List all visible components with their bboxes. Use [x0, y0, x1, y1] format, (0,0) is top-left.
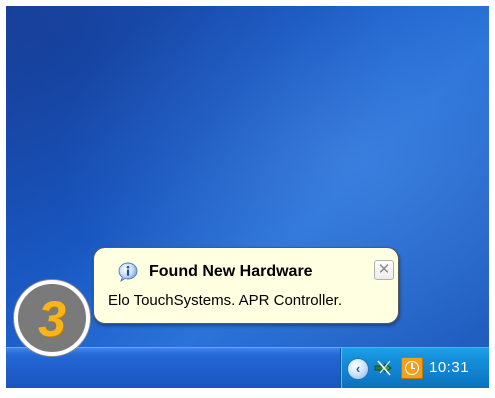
desktop: ‹ 10:31 Found New Hardware ✕ Elo TouchSy… — [6, 6, 489, 388]
info-icon — [118, 262, 138, 283]
system-tray: ‹ 10:31 — [340, 348, 489, 388]
close-button[interactable]: ✕ — [374, 260, 394, 280]
clock-icon[interactable] — [401, 357, 423, 379]
notification-title: Found New Hardware — [149, 263, 313, 280]
show-hidden-icons-button[interactable]: ‹ — [347, 358, 369, 380]
tray-clock-time[interactable]: 10:31 — [429, 359, 469, 376]
close-icon: ✕ — [377, 261, 391, 278]
notification-message: Elo TouchSystems. APR Controller. — [108, 292, 342, 309]
taskbar: ‹ 10:31 — [6, 347, 489, 388]
step-badge: 3 — [14, 280, 90, 356]
safely-remove-hardware-icon[interactable] — [374, 358, 396, 378]
chevron-left-icon: ‹ — [355, 361, 361, 376]
step-number: 3 — [38, 291, 66, 347]
notification-balloon[interactable]: Found New Hardware ✕ Elo TouchSystems. A… — [93, 247, 399, 324]
